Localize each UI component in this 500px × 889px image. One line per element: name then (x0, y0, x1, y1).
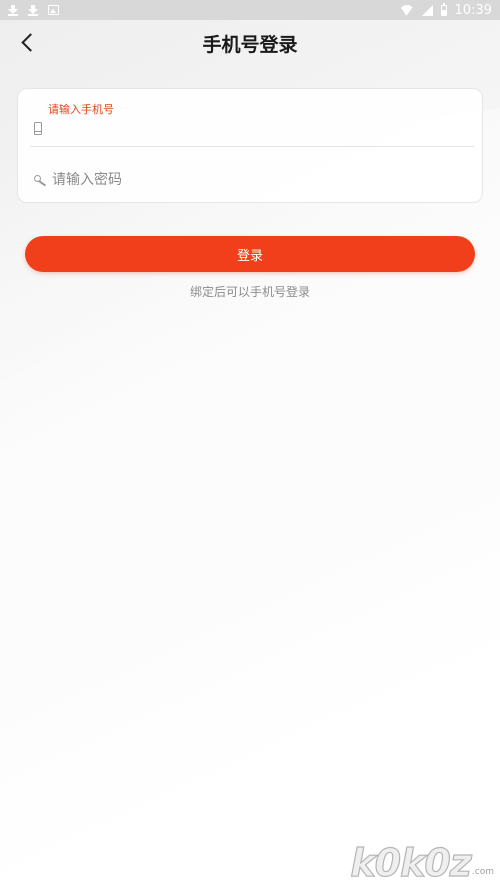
watermark-main-text: k0k0z (350, 840, 473, 885)
key-icon (34, 175, 48, 187)
password-field-row[interactable] (30, 165, 474, 195)
status-bar-notifications (8, 4, 59, 16)
download-icon (28, 4, 38, 16)
status-bar-system: 10:39 (400, 2, 492, 18)
status-time: 10:39 (454, 2, 492, 18)
watermark-domain-text: .com (471, 867, 494, 877)
phone-field-row[interactable] (30, 117, 474, 147)
image-icon (48, 5, 59, 15)
phone-field-label: 请输入手机号 (48, 103, 114, 116)
phone-input[interactable] (52, 119, 462, 141)
login-button[interactable]: 登录 (25, 236, 475, 272)
download-icon (8, 4, 18, 16)
password-input[interactable] (52, 169, 462, 191)
wifi-icon (400, 5, 414, 16)
phone-icon (34, 122, 42, 135)
page-title: 手机号登录 (202, 34, 298, 56)
bind-hint-text: 绑定后可以手机号登录 (189, 285, 310, 299)
signal-icon (421, 4, 433, 16)
status-bar: 10:39 (0, 0, 500, 20)
header: 手机号登录 (0, 20, 500, 64)
battery-icon (440, 2, 447, 16)
login-form-card: 请输入手机号 (17, 88, 483, 203)
site-watermark-logo: k0k0z .com (334, 835, 494, 885)
